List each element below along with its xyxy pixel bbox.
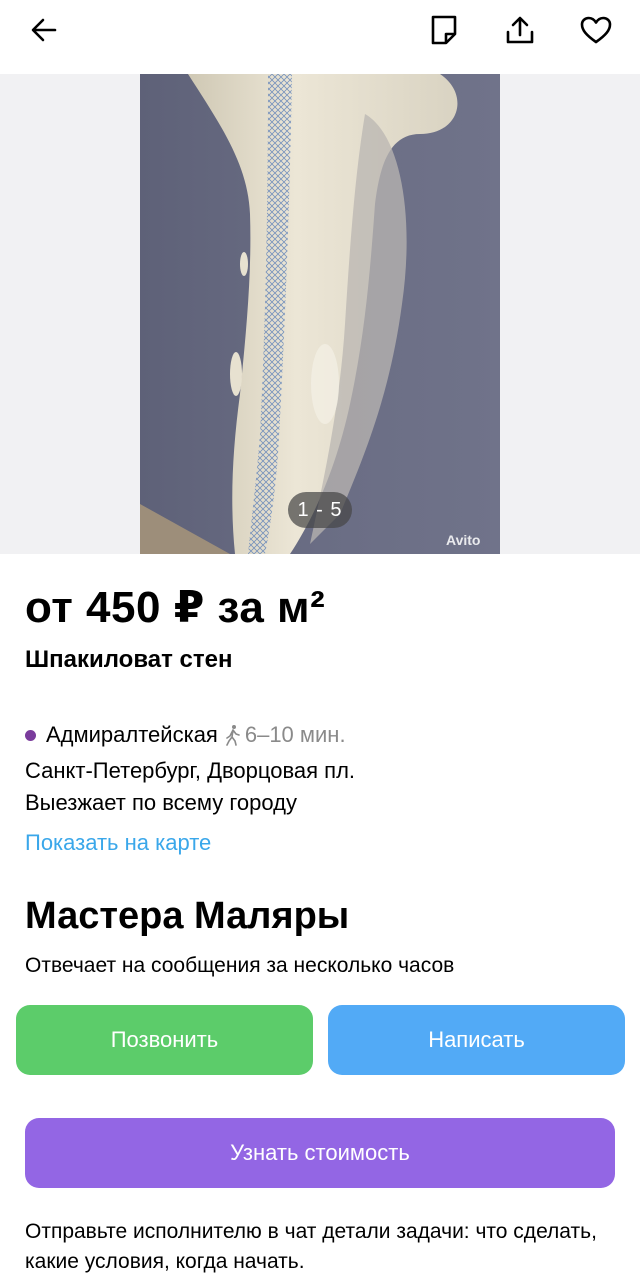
metro-walk-time: 6–10 мин. [224, 722, 346, 748]
favorite-button[interactable] [568, 8, 624, 52]
call-button[interactable]: Позвонить [16, 1005, 313, 1075]
avito-watermark: Avito [446, 532, 481, 548]
walking-icon [226, 725, 240, 746]
photo-gallery[interactable]: 1 - 5 Avito [0, 74, 640, 554]
metro-station: Адмиралтейская [46, 722, 218, 747]
show-on-map-link[interactable]: Показать на карте [25, 830, 211, 856]
chat-hint-text: Отправьте исполнителю в чат детали задач… [25, 1220, 597, 1273]
photo-counter: 1 - 5 [288, 492, 352, 528]
write-button[interactable]: Написать [328, 1005, 625, 1075]
arrow-left-icon [31, 18, 57, 42]
top-bar [0, 0, 640, 74]
listing-price: от 450 ₽ за м² [25, 583, 326, 632]
seller-response-time: Отвечает на сообщения за несколько часов [25, 954, 455, 977]
metro-info: Адмиралтейская 6–10 мин. [25, 721, 346, 749]
share-button[interactable] [492, 8, 548, 52]
note-button[interactable] [416, 8, 472, 52]
listing-title: Шпакиловат стен [25, 646, 233, 673]
listing-photo[interactable] [140, 74, 500, 554]
back-button[interactable] [16, 8, 72, 52]
service-area: Выезжает по всему городу [25, 790, 297, 815]
address: Санкт-Петербург, Дворцовая пл. [25, 758, 356, 783]
metro-time-text: 6–10 мин. [244, 722, 346, 747]
note-icon [431, 15, 457, 45]
wall-photo-image [140, 74, 500, 554]
get-price-button[interactable]: Узнать стоимость [25, 1118, 615, 1188]
metro-line-dot [25, 729, 36, 741]
share-icon [506, 16, 534, 44]
seller-name[interactable]: Мастера Маляры [25, 895, 349, 938]
heart-icon [580, 16, 612, 44]
